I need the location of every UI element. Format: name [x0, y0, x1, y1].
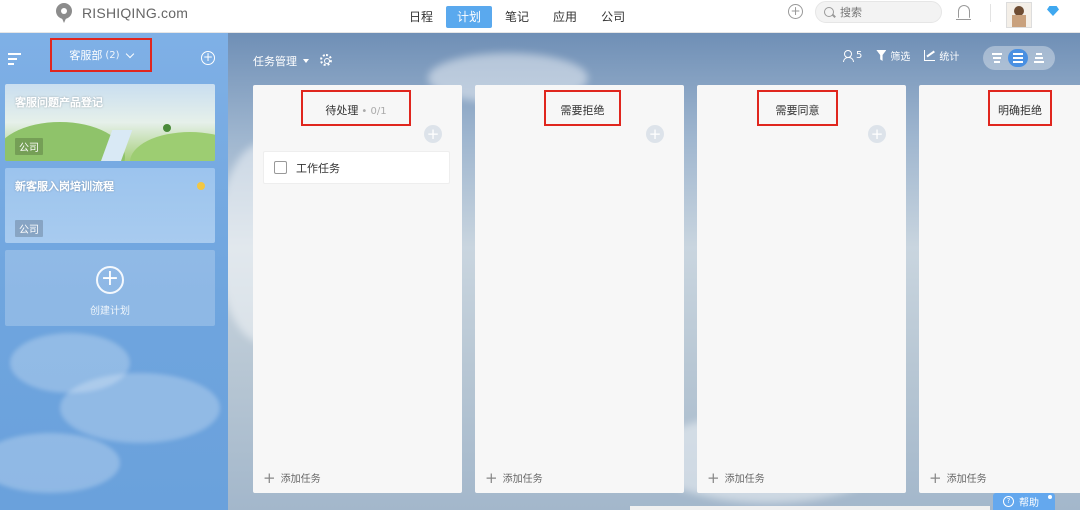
plan-title: 新客服入岗培训流程: [15, 180, 114, 193]
task-checkbox[interactable]: [274, 161, 287, 174]
logo[interactable]: RISHIQING.com: [56, 3, 188, 23]
department-count: (2): [105, 49, 120, 61]
add-task-label: 添加任务: [946, 474, 987, 485]
caret-down-icon: [303, 59, 309, 63]
stats-button[interactable]: 统计: [924, 48, 959, 63]
sidebar: 客服部 (2) + 客服问题产品登记 公司 新客服入岗培训流程 公司 + 创建计…: [0, 33, 228, 510]
nav-item-plan[interactable]: 计划: [446, 5, 493, 28]
column-header: 待处理 • 0/1: [305, 102, 407, 118]
notification-dot: [1048, 495, 1052, 499]
search-input[interactable]: [840, 5, 930, 19]
plus-icon: +: [263, 468, 276, 487]
add-task-label: 添加任务: [280, 474, 321, 485]
add-plan-icon[interactable]: +: [201, 51, 215, 65]
task-title: 工作任务: [296, 161, 340, 175]
column-count: • 0/1: [361, 106, 387, 117]
plan-tag: 公司: [15, 220, 43, 237]
logo-text: RISHIQING.com: [82, 5, 189, 21]
add-task-button[interactable]: + 添加任务: [929, 470, 987, 485]
column-title: 需要同意: [775, 104, 820, 117]
location-pin-icon: [56, 3, 72, 23]
diamond-icon[interactable]: [1047, 6, 1059, 16]
list-view-icon[interactable]: [987, 49, 1006, 67]
create-plan-label: 创建计划: [90, 306, 130, 317]
board-area: 任务管理 5 筛选 统计 待处理 • 0/1 + 工作任务 + 添加任务 需要拒…: [228, 33, 1080, 510]
stats-label: 统计: [939, 52, 960, 63]
column-need-approve: 需要同意 + + 添加任务: [697, 85, 906, 493]
member-icon: [843, 50, 854, 62]
board-toolbar: 5 筛选 统计: [843, 48, 973, 63]
column-need-reject: 需要拒绝 + + 添加任务: [475, 85, 684, 493]
create-plan-card[interactable]: + 创建计划: [5, 250, 215, 326]
column-header: 明确拒绝: [990, 102, 1050, 118]
chart-icon: [924, 50, 936, 61]
kanban-view-icon[interactable]: [1008, 49, 1028, 67]
plus-circle-icon: +: [96, 266, 124, 294]
nav-item-schedule[interactable]: 日程: [398, 6, 444, 28]
board-title-text: 任务管理: [253, 55, 297, 68]
chevron-down-icon: [125, 49, 134, 58]
column-title: 待处理: [325, 104, 359, 117]
plan-card[interactable]: 客服问题产品登记 公司: [5, 84, 215, 161]
filter-button[interactable]: 筛选: [876, 48, 910, 63]
column-header: 需要拒绝: [546, 102, 619, 118]
plan-tag: 公司: [15, 138, 43, 155]
main-nav: 日程 计划 笔记 应用 公司: [398, 0, 638, 33]
avatar[interactable]: [1006, 2, 1032, 28]
add-task-button[interactable]: + 添加任务: [263, 470, 321, 485]
nav-item-apps[interactable]: 应用: [542, 6, 588, 28]
help-label: 帮助: [1019, 498, 1039, 509]
column-header: 需要同意: [759, 102, 836, 118]
board-title[interactable]: 任务管理: [253, 53, 309, 69]
add-task-plus-icon[interactable]: +: [424, 125, 442, 143]
plus-icon: +: [485, 468, 498, 487]
task-card[interactable]: 工作任务: [263, 151, 450, 184]
column-pending: 待处理 • 0/1 + 工作任务 + 添加任务: [253, 85, 462, 493]
view-toggle: [983, 46, 1055, 70]
column-title: 需要拒绝: [560, 104, 605, 117]
nav-item-company[interactable]: 公司: [590, 6, 636, 28]
unread-dot: [197, 182, 205, 190]
department-name: 客服部: [69, 49, 103, 62]
department-selector[interactable]: 客服部 (2): [50, 38, 152, 72]
add-task-button[interactable]: + 添加任务: [485, 470, 543, 485]
filter-icon: [876, 50, 887, 61]
add-task-label: 添加任务: [502, 474, 543, 485]
gear-icon[interactable]: [320, 54, 332, 66]
column-title: 明确拒绝: [998, 104, 1042, 117]
plan-card[interactable]: 新客服入岗培训流程 公司: [5, 168, 215, 243]
question-icon: ?: [1003, 496, 1014, 507]
menu-icon[interactable]: [8, 53, 21, 68]
horizontal-scrollbar[interactable]: [630, 506, 990, 510]
add-task-label: 添加任务: [724, 474, 765, 485]
members-count: 5: [856, 50, 863, 61]
create-plus-icon[interactable]: +: [788, 4, 803, 19]
divider: [990, 4, 991, 22]
timeline-view-icon[interactable]: [1030, 49, 1049, 67]
add-task-plus-icon[interactable]: +: [646, 125, 664, 143]
filter-label: 筛选: [890, 52, 911, 63]
search-box[interactable]: [815, 1, 942, 23]
search-icon: [824, 7, 834, 17]
members-button[interactable]: 5: [843, 50, 863, 62]
bell-icon[interactable]: [956, 5, 971, 20]
top-bar: RISHIQING.com 日程 计划 笔记 应用 公司 +: [0, 0, 1080, 33]
add-task-button[interactable]: + 添加任务: [707, 470, 765, 485]
plan-title: 客服问题产品登记: [15, 96, 103, 109]
plus-icon: +: [929, 468, 942, 487]
column-explicit-reject: 明确拒绝 + 添加任务: [919, 85, 1080, 493]
nav-item-notes[interactable]: 笔记: [494, 6, 540, 28]
help-button[interactable]: ? 帮助: [993, 493, 1055, 510]
add-task-plus-icon[interactable]: +: [868, 125, 886, 143]
plus-icon: +: [707, 468, 720, 487]
